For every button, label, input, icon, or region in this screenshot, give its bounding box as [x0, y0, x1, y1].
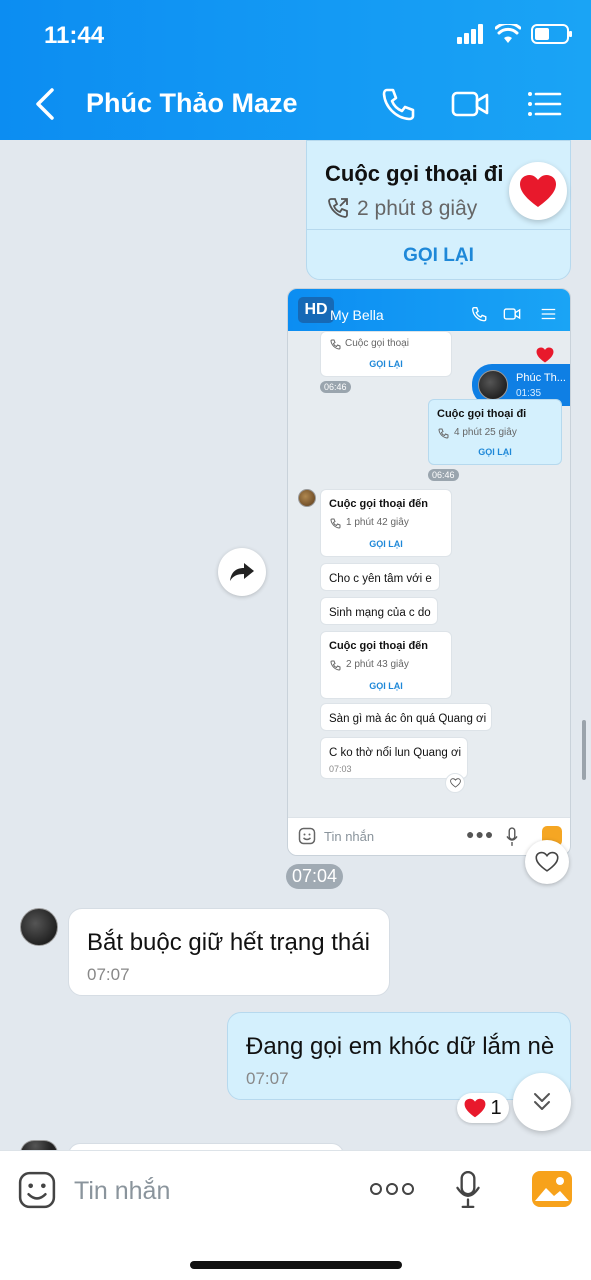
call-duration: 2 phút 8 giây — [357, 197, 478, 220]
scrollbar[interactable] — [582, 720, 586, 780]
phone-icon — [438, 428, 449, 439]
heart-outline-icon — [449, 778, 461, 788]
avatar — [298, 489, 316, 507]
react-button — [445, 773, 465, 793]
call-title: Cuộc gọi thoại đến — [329, 640, 428, 652]
screenshot-call-card: Cuộc gọi thoại đến 1 phút 42 giây GỌI LẠ… — [320, 489, 452, 557]
chat-header: 11:44 Phúc Thảo Maze — [0, 0, 591, 140]
input-placeholder: Tin nhắn — [324, 829, 375, 844]
call-title: Cuộc gọi thoại đi — [437, 408, 527, 420]
call-title: Cuộc gọi thoại đi — [325, 161, 504, 186]
call-duration: 1 phút 42 giây — [346, 517, 409, 528]
message-text: C ko thờ nổi lun Quang ơi — [329, 747, 462, 759]
message-text: Sàn gì mà ác ôn quá Quang ơi — [329, 713, 487, 725]
phone-call-icon[interactable] — [378, 84, 418, 124]
timestamp: 06:46 — [320, 381, 351, 393]
call-again: GỌI LẠI — [369, 359, 403, 369]
screenshot-text-message: Sinh mạng của c do — [320, 597, 438, 625]
screenshot-call-card: Cuộc gọi thoại đến 2 phút 43 giây GỌI LẠ… — [320, 631, 452, 699]
timestamp: 06:46 — [428, 469, 459, 481]
status-time: 11:44 — [44, 22, 105, 49]
video-icon — [503, 308, 521, 320]
call-duration: 2 phút 43 giây — [346, 659, 409, 670]
received-message[interactable]: Bắt buộc giữ hết trạng thái 07:07 — [68, 908, 390, 996]
screenshot-call-card: Cuộc gọi thoại GỌI LẠI — [320, 331, 452, 377]
call-again: GỌI LẠI — [369, 681, 403, 691]
mic-icon — [506, 827, 518, 846]
call-duration: 4 phút 25 giây — [454, 427, 517, 438]
message-time: 07:07 — [87, 965, 130, 984]
sticker-icon[interactable] — [18, 1171, 56, 1209]
outgoing-call-icon — [328, 198, 348, 218]
message-text: Sinh mạng của c do — [329, 607, 431, 619]
message-text: Bắt buộc giữ hết trạng thái — [87, 929, 370, 956]
call-again-button[interactable]: GỌI LẠI — [307, 245, 570, 267]
home-indicator — [190, 1261, 402, 1269]
reaction-summary[interactable]: 1 — [457, 1093, 509, 1123]
phone-icon — [472, 307, 487, 322]
heart-icon — [465, 1098, 486, 1118]
double-chevron-down-icon — [534, 1093, 550, 1110]
menu-icon[interactable] — [524, 84, 564, 124]
float-time: 01:35 — [516, 388, 542, 399]
timestamp-pill: 07:04 — [286, 864, 344, 889]
screenshot-text-message: C ko thờ nổi lun Quang ơi 07:03 — [320, 737, 468, 779]
share-arrow-icon — [230, 563, 254, 581]
hd-badge: HD — [298, 297, 334, 323]
heart-reaction-badge[interactable] — [509, 162, 567, 220]
menu-icon — [541, 308, 556, 320]
phone-icon — [330, 339, 341, 350]
message-time: 07:03 — [329, 764, 352, 774]
avatar — [478, 370, 508, 400]
phone-icon — [330, 660, 341, 671]
screenshot-call-card: Cuộc gọi thoại đi 4 phút 25 giây GỌI LẠI — [428, 399, 562, 465]
reaction-count: 1 — [490, 1096, 502, 1119]
message-text: Đang gọi em khóc dữ lắm nè — [246, 1033, 555, 1060]
message-time: 07:07 — [246, 1069, 289, 1088]
phone-icon — [330, 518, 341, 529]
shared-screenshot-image[interactable]: HD My Bella Cuộc gọi thoại GỌI LẠI 06:46… — [287, 288, 571, 856]
signal-icon — [457, 24, 483, 44]
contact-name[interactable]: Phúc Thảo Maze — [86, 88, 298, 119]
message-input[interactable]: Tin nhắn — [74, 1177, 170, 1206]
call-again: GỌI LẠI — [369, 539, 403, 549]
microphone-icon[interactable] — [454, 1171, 482, 1209]
share-button[interactable] — [218, 548, 266, 596]
more-icon: ●●● — [466, 826, 495, 842]
call-title: Cuộc gọi thoại đến — [329, 498, 428, 510]
status-icons — [457, 24, 572, 44]
screenshot-contact-name: My Bella — [330, 307, 384, 323]
screenshot-text-message: Sàn gì mà ác ôn quá Quang ơi — [320, 703, 492, 731]
call-title: Cuộc gọi thoại — [345, 338, 409, 349]
divider — [307, 229, 570, 230]
video-call-icon[interactable] — [450, 84, 490, 124]
heart-icon — [536, 347, 554, 363]
screenshot-text-message: Cho c yên tâm với e — [320, 563, 440, 591]
heart-outline-icon — [535, 851, 559, 872]
more-options-icon[interactable] — [370, 1183, 414, 1195]
message-input-bar: Tin nhắn — [0, 1150, 591, 1280]
avatar[interactable] — [20, 908, 58, 946]
screenshot-header: HD My Bella — [288, 289, 570, 331]
message-text: Cho c yên tâm với e — [329, 573, 432, 585]
battery-icon — [531, 24, 572, 44]
gallery-icon[interactable] — [532, 1171, 572, 1207]
call-again: GỌI LẠI — [478, 447, 512, 457]
scroll-to-bottom-button[interactable] — [513, 1073, 571, 1131]
react-button[interactable] — [525, 840, 569, 884]
sticker-icon — [298, 827, 316, 845]
float-name: Phúc Th... — [516, 372, 566, 384]
heart-icon — [520, 175, 556, 207]
wifi-icon — [495, 24, 521, 43]
back-icon[interactable] — [30, 86, 60, 122]
